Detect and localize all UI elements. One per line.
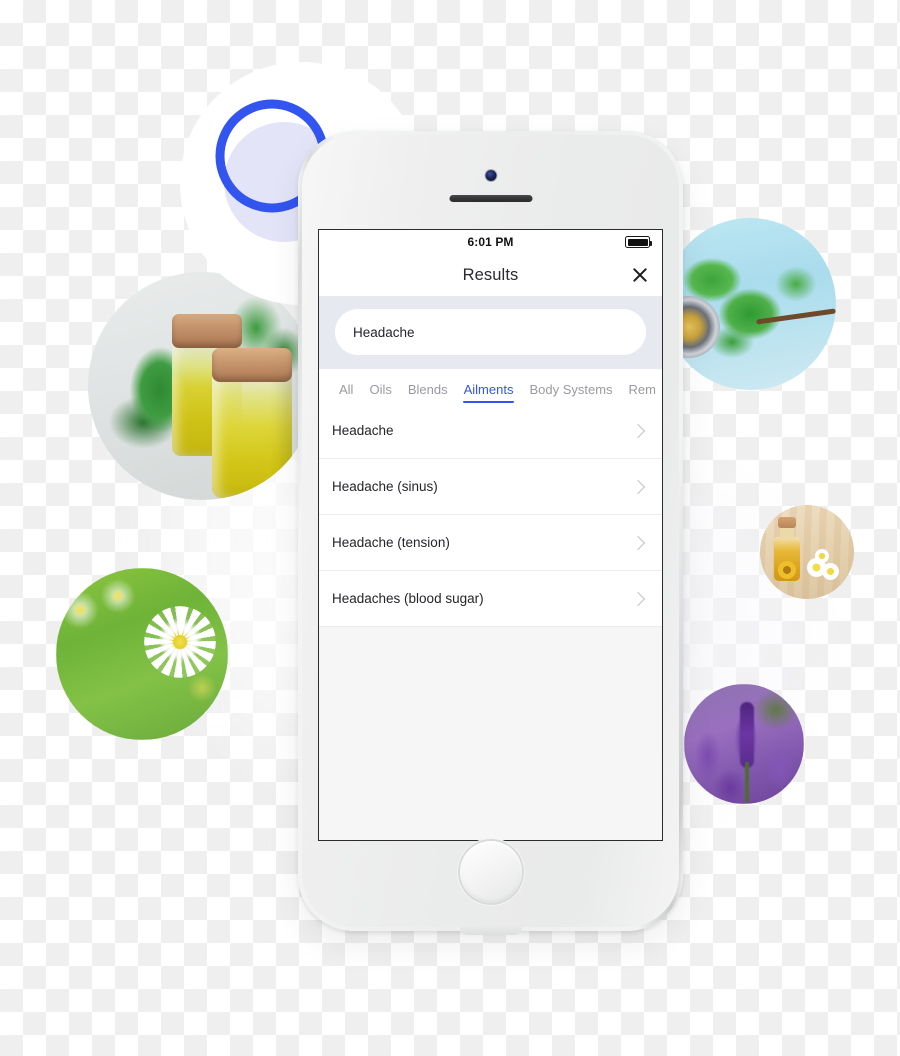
amber-oil-bottle-photo <box>760 505 854 599</box>
lavender-photo <box>684 684 804 804</box>
cork-stopper-back <box>172 314 242 348</box>
filter-tabs[interactable]: All Oils Blends Ailments Body Systems Re… <box>319 369 662 403</box>
page-title: Results <box>462 265 519 284</box>
earpiece-speaker <box>449 195 532 202</box>
status-time: 6:01 PM <box>467 235 514 249</box>
empty-list-area <box>319 627 662 840</box>
chevron-right-icon <box>630 535 646 550</box>
battery-full-icon <box>625 236 652 248</box>
tab-remedies[interactable]: Rem <box>621 383 662 403</box>
chevron-right-icon <box>630 423 646 438</box>
home-button[interactable] <box>459 841 522 903</box>
cork-stopper-front <box>212 348 292 382</box>
search-bar-container <box>319 296 662 369</box>
table-row[interactable]: Headaches (blood sugar) <box>319 571 662 627</box>
table-row[interactable]: Headache (sinus) <box>319 459 662 515</box>
result-label: Headaches (blood sugar) <box>332 591 484 606</box>
tab-blends[interactable]: Blends <box>400 383 456 403</box>
front-camera-icon <box>485 170 496 181</box>
lavender-spike <box>740 702 754 768</box>
tab-oils[interactable]: Oils <box>361 383 399 403</box>
chevron-right-icon <box>630 591 646 606</box>
chevron-right-icon <box>630 479 646 494</box>
chamomile-flower <box>144 606 216 678</box>
oil-bottle-front <box>212 370 292 498</box>
mint-leaves-photo <box>664 218 836 390</box>
status-bar: 6:01 PM <box>319 230 662 254</box>
essential-oil-bottles-photo <box>88 272 316 500</box>
chamomile-bloom-3 <box>815 549 829 563</box>
result-label: Headache (tension) <box>332 535 450 550</box>
close-icon[interactable] <box>629 264 651 286</box>
result-label: Headache (sinus) <box>332 479 438 494</box>
tab-ailments[interactable]: Ailments <box>456 383 522 403</box>
results-list: Headache Headache (sinus) Headache (tens… <box>319 403 662 627</box>
lavender-stalk <box>745 762 749 802</box>
amber-bottle-cork <box>778 517 796 528</box>
phone-screen: 6:01 PM Results All Oils Blends Ailments… <box>318 229 663 841</box>
tab-body-systems[interactable]: Body Systems <box>521 383 620 403</box>
phone-bottom-edge <box>459 926 522 935</box>
result-label: Headache <box>332 423 394 438</box>
chamomile-field-photo <box>56 568 228 740</box>
table-row[interactable]: Headache <box>319 403 662 459</box>
search-input[interactable] <box>335 309 646 355</box>
phone-mockup: 6:01 PM Results All Oils Blends Ailments… <box>298 131 683 935</box>
tab-all[interactable]: All <box>331 383 361 403</box>
table-row[interactable]: Headache (tension) <box>319 515 662 571</box>
navigation-bar: Results <box>319 254 662 296</box>
chamomile-bloom-2 <box>822 563 839 580</box>
sunflower-label <box>778 561 796 579</box>
battery-fill <box>627 238 648 246</box>
